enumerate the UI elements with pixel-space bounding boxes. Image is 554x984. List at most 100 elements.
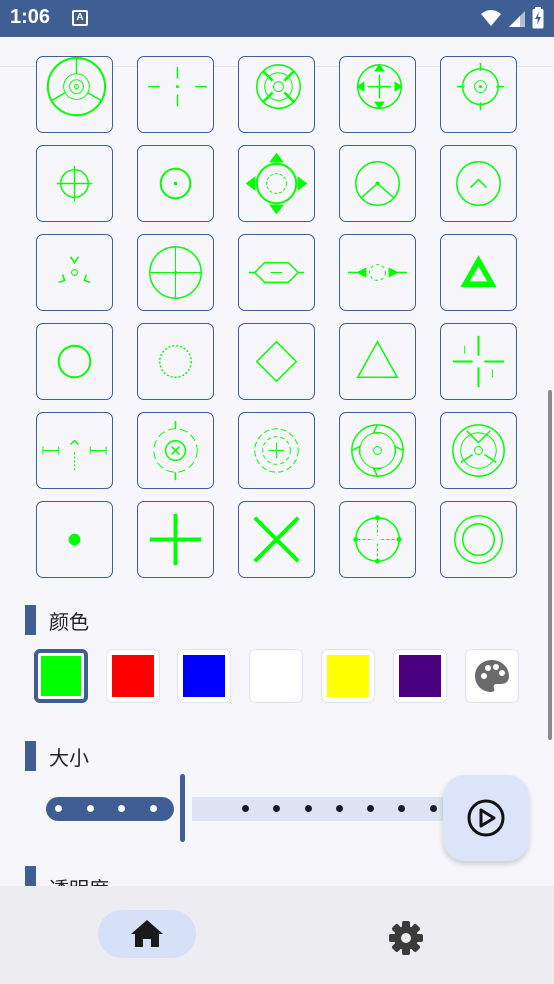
crosshair-diamond-icon <box>255 340 298 383</box>
crosshair-circle-dot-icon <box>456 62 505 111</box>
crosshair-option-plus[interactable] <box>137 501 214 578</box>
crosshair-dotted-crosshair-icon <box>353 515 402 564</box>
crosshair-option-ring-x[interactable] <box>137 412 214 489</box>
crosshair-gap-cross-icon <box>452 335 505 388</box>
crosshair-option-small-crosshair[interactable] <box>36 145 113 222</box>
slider-tick <box>273 805 280 812</box>
crosshair-triangle-icon <box>356 340 399 379</box>
crosshair-option-segmented-ring[interactable] <box>440 412 517 489</box>
palette-icon <box>475 660 509 692</box>
status-bar: 1:06 A <box>0 0 554 37</box>
crosshair-option-hex-lens[interactable] <box>238 234 315 311</box>
color-swatch[interactable] <box>106 649 160 703</box>
color-swatch[interactable] <box>34 649 88 703</box>
size-section-header: 大小 <box>25 741 89 771</box>
crosshair-triple-ring-icon <box>46 57 107 117</box>
color-fill <box>183 655 225 697</box>
notification-icon: A <box>72 10 88 26</box>
slider-tick <box>430 805 437 812</box>
crosshair-option-dotted-circle[interactable] <box>137 323 214 400</box>
crosshair-caret-ring-icon <box>456 161 501 206</box>
section-marker <box>25 605 36 635</box>
crosshair-plus-icon <box>149 513 202 566</box>
crosshair-option-arrow-target[interactable] <box>238 145 315 222</box>
crosshair-option-dot-circle[interactable] <box>137 145 214 222</box>
play-circle-icon <box>467 799 505 837</box>
crosshair-double-circle-icon <box>454 515 503 564</box>
crosshair-option-diamond[interactable] <box>238 323 315 400</box>
slider-tick <box>118 805 125 812</box>
crosshair-side-arrows-icon <box>347 264 408 281</box>
crosshair-option-center-dot[interactable] <box>36 501 113 578</box>
crosshair-hex-lens-icon <box>248 261 305 284</box>
slider-tick <box>305 805 312 812</box>
battery-charging-icon <box>532 7 544 29</box>
crosshair-option-sparse-cross[interactable] <box>137 56 214 133</box>
slider-tick <box>336 805 343 812</box>
crosshair-option-notched-ring[interactable] <box>339 412 416 489</box>
crosshair-option-circle-dot[interactable] <box>440 56 517 133</box>
crosshair-option-arrow-ring[interactable] <box>339 56 416 133</box>
start-overlay-button[interactable] <box>443 775 529 861</box>
wifi-icon <box>481 10 501 26</box>
crosshair-option-x-ring[interactable] <box>238 56 315 133</box>
slider-tick <box>398 805 405 812</box>
crosshair-option-gap-cross[interactable] <box>440 323 517 400</box>
nav-home-button[interactable] <box>98 910 196 958</box>
crosshair-option-plain-circle[interactable] <box>36 323 113 400</box>
color-section-title: 颜色 <box>49 609 89 634</box>
crosshair-small-crosshair-icon <box>56 165 93 202</box>
color-swatch[interactable] <box>393 649 447 703</box>
custom-color-button[interactable] <box>465 649 519 703</box>
crosshair-option-double-circle[interactable] <box>440 501 517 578</box>
home-icon <box>131 920 163 947</box>
crosshair-option-cross-x[interactable] <box>238 501 315 578</box>
color-section-header: 颜色 <box>25 605 89 635</box>
color-fill <box>112 655 154 697</box>
color-fill <box>41 656 81 696</box>
size-section-title: 大小 <box>49 745 89 770</box>
crosshair-rangefinder-icon <box>42 439 107 473</box>
slider-tick <box>150 805 157 812</box>
crosshair-quad-circle-icon <box>149 246 202 299</box>
settings-icon <box>389 921 423 955</box>
crosshair-option-rangefinder[interactable] <box>36 412 113 489</box>
crosshair-notched-ring-icon <box>351 424 404 477</box>
crosshair-option-v-ring[interactable] <box>339 145 416 222</box>
crosshair-option-quad-circle[interactable] <box>137 234 214 311</box>
color-fill <box>255 655 297 697</box>
color-fill <box>399 655 441 697</box>
slider-tick <box>367 805 374 812</box>
crosshair-sparse-cross-icon <box>147 66 208 107</box>
crosshair-option-tri-dots[interactable] <box>36 234 113 311</box>
crosshair-arrow-target-icon <box>245 152 308 215</box>
crosshair-option-side-arrows[interactable] <box>339 234 416 311</box>
crosshair-dotted-circle-icon <box>158 344 193 379</box>
crosshair-option-caret-ring[interactable] <box>440 145 517 222</box>
color-swatch[interactable] <box>177 649 231 703</box>
scrollbar[interactable] <box>548 390 552 740</box>
crosshair-center-dot-icon <box>68 533 81 546</box>
crosshair-plain-circle-icon <box>57 344 92 379</box>
crosshair-option-dotted-crosshair[interactable] <box>339 501 416 578</box>
bottom-navigation <box>0 886 554 984</box>
crosshair-cross-x-icon <box>253 516 300 563</box>
crosshair-segmented-ring-icon <box>452 424 505 477</box>
opacity-section-header: 透明度 <box>25 866 109 886</box>
crosshair-option-triple-ring[interactable] <box>36 56 113 133</box>
slider-inactive-track[interactable] <box>192 797 454 821</box>
crosshair-option-triangle[interactable] <box>339 323 416 400</box>
status-time: 1:06 <box>10 6 51 28</box>
crosshair-option-dashed-ring[interactable] <box>238 412 315 489</box>
status-icons <box>480 7 544 29</box>
slider-thumb[interactable] <box>180 774 185 842</box>
crosshair-dashed-ring-icon <box>254 428 299 473</box>
slider-tick <box>87 805 94 812</box>
opacity-section-title: 透明度 <box>49 873 109 886</box>
color-swatch[interactable] <box>321 649 375 703</box>
nav-settings-button[interactable] <box>386 918 426 958</box>
color-swatch[interactable] <box>249 649 303 703</box>
signal-icon <box>509 11 525 27</box>
crosshair-option-filled-triangle[interactable] <box>440 234 517 311</box>
crosshair-x-ring-icon <box>256 64 301 110</box>
